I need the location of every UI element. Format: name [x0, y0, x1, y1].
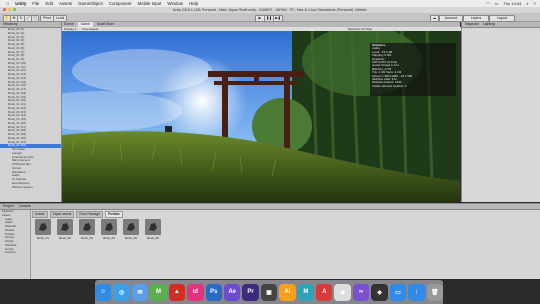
rock-prefab-icon	[79, 219, 95, 235]
project-folder-tree: Favorites Assets Audio Japan Materials Models…	[0, 209, 31, 279]
asset-label: Rock_01	[37, 236, 49, 240]
tab-inspector[interactable]: Inspector	[465, 22, 479, 27]
toolbar: ✋ ✥ ↻ ⤢ ▢ Pivot Local ▶ ❚❚ ▶❚ ☁ Account …	[0, 13, 540, 22]
battery-icon[interactable]: ▭	[495, 1, 499, 6]
dock-documents-icon[interactable]: ▭	[389, 283, 407, 301]
menu-list-icon[interactable]: ≡	[534, 1, 536, 6]
dock-autodesk-icon[interactable]: A	[316, 283, 333, 301]
breadcrumb-japan-assets[interactable]: Japan assets	[49, 211, 75, 218]
breadcrumb-assets[interactable]: Assets	[32, 211, 48, 218]
rock-prefab-icon	[145, 219, 161, 235]
cloud-icon[interactable]: ☁	[430, 14, 439, 22]
dock: ☺ ◎ ✉ M ▲ Id Ps Ae Pr ▣ Ai M A ◆ ∞ ◆ ▭ ↓ 🗑	[95, 280, 444, 304]
menu-file[interactable]: File	[32, 1, 39, 6]
dock-safari-icon[interactable]: ◎	[113, 283, 130, 301]
menu-edit[interactable]: Edit	[45, 1, 53, 6]
pivot-toggle[interactable]: Pivot	[40, 14, 54, 22]
rock-prefab-icon	[101, 219, 117, 235]
rock-prefab-icon	[35, 219, 51, 235]
dock-visual-studio-icon[interactable]: ∞	[352, 283, 370, 301]
game-viewport[interactable]: Statistics Audio: Level: -74.2 dB Clippi…	[62, 31, 460, 202]
stats-line: Visible skinned meshes: 0	[372, 84, 407, 88]
breadcrumb: Assets Japan assets Rock Package Prefabs	[32, 211, 123, 218]
dock-photoshop-icon[interactable]: Ps	[205, 283, 222, 301]
menu-assets[interactable]: Assets	[59, 1, 72, 6]
breadcrumb-prefabs[interactable]: Prefabs	[104, 211, 123, 218]
layers-dropdown[interactable]: Layers	[463, 14, 489, 22]
window-title: Unity 2019.1.10f1 Personal - Main Japan …	[172, 7, 368, 12]
dock-mail-icon[interactable]: ✉	[131, 283, 149, 301]
asset-tile[interactable]: Rock_04	[100, 219, 118, 240]
asset-label: Rock_04	[103, 236, 115, 240]
asset-label: Rock_05	[125, 236, 137, 240]
dock-finder-icon[interactable]: ☺	[95, 283, 112, 301]
asset-label: Rock_03	[81, 236, 93, 240]
inspector-tabbar: Inspector Lighting	[462, 22, 540, 28]
layout-dropdown[interactable]: Layout	[489, 14, 515, 22]
dock-maya-icon[interactable]: M	[297, 283, 315, 301]
asset-tile[interactable]: Rock_03	[78, 219, 96, 240]
asset-tile[interactable]: Rock_06	[144, 219, 162, 240]
asset-grid: Rock_01 Rock_02 Rock_03 Rock_04 Rock_05 Rock_…	[34, 219, 162, 240]
menu-component[interactable]: Component	[109, 1, 132, 6]
dock-trash-icon[interactable]: 🗑	[426, 283, 444, 301]
space-toggle[interactable]: Local	[53, 14, 67, 22]
dock-acrobat-icon[interactable]: ▲	[168, 283, 186, 301]
hierarchy-panel: Hierarchy Rock_01 (1) Rock_01 (2) Rock_01 …	[0, 22, 62, 202]
dock-animate-icon[interactable]: ▣	[260, 283, 278, 301]
asset-tile[interactable]: Rock_02	[56, 219, 74, 240]
dock-downloads-icon[interactable]: ↓	[408, 283, 425, 301]
tab-lighting[interactable]: Lighting	[483, 22, 495, 27]
hierarchy-item[interactable]: Particle System	[0, 185, 61, 190]
account-dropdown[interactable]: Account	[439, 14, 463, 22]
step-button[interactable]: ▶❚	[273, 14, 283, 22]
search-icon[interactable]: ⌕	[526, 1, 528, 6]
asset-tile[interactable]: Rock_05	[122, 219, 140, 240]
menu-gameobject[interactable]: GameObject	[78, 1, 103, 6]
project-tabbar: Project Console	[0, 204, 540, 210]
folder-item[interactable]: Textures	[0, 250, 30, 255]
inspector-panel: Inspector Lighting	[461, 22, 540, 202]
dock-premiere-icon[interactable]: Pr	[242, 283, 259, 301]
scene-panel: Scene Game Asset Store Display 1 Free As…	[62, 22, 462, 202]
dock-unity-icon[interactable]: ◆	[371, 283, 388, 301]
asset-tile[interactable]: Rock_01	[34, 219, 52, 240]
hierarchy-list: Rock_01 (1) Rock_01 (2) Rock_01 (3) Rock_01…	[0, 27, 61, 190]
wifi-icon[interactable]: ◠	[486, 1, 490, 6]
apple-icon[interactable]: 	[6, 1, 9, 6]
breadcrumb-rock-package[interactable]: Rock Package	[76, 211, 103, 218]
rock-prefab-icon	[57, 219, 73, 235]
dock-unity-hub-icon[interactable]: ◆	[334, 283, 351, 301]
asset-label: Rock_02	[59, 236, 71, 240]
tab-console[interactable]: Console	[19, 204, 31, 209]
menu-mobile-input[interactable]: Mobile Input	[137, 1, 161, 6]
dock-after-effects-icon[interactable]: Ae	[223, 283, 241, 301]
clock[interactable]: Thu 14:04	[503, 1, 521, 6]
dock-maps-icon[interactable]: M	[150, 283, 167, 301]
stone-lantern	[165, 126, 172, 132]
menu-window[interactable]: Window	[167, 1, 183, 6]
statistics-overlay: Statistics Audio: Level: -74.2 dB Clippi…	[370, 43, 456, 96]
asset-label: Rock_06	[147, 236, 159, 240]
dock-illustrator-icon[interactable]: Ai	[279, 283, 296, 301]
menu-help[interactable]: Help	[189, 1, 198, 6]
rect-tool-icon[interactable]: ▢	[31, 14, 39, 22]
menu-unity[interactable]: Unity	[15, 1, 26, 6]
menu-bar:  Unity File Edit Assets GameObject Comp…	[0, 0, 540, 7]
dock-indesign-icon[interactable]: Id	[187, 283, 204, 301]
rock-prefab-icon	[123, 219, 139, 235]
project-panel: Project Console Favorites Assets Audio Japa…	[0, 203, 540, 279]
